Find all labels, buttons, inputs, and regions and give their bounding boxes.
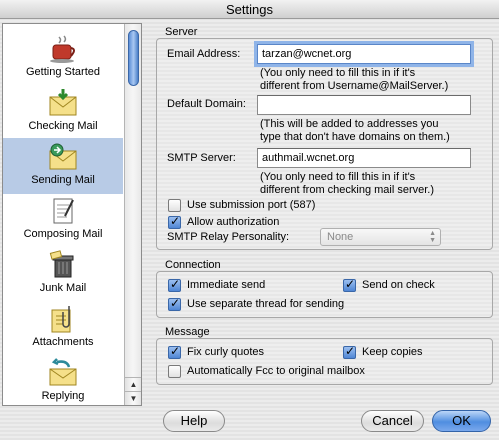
checkbox-box[interactable] [343, 344, 356, 359]
email-hint-line-2: different from Username@MailServer.) [260, 80, 449, 92]
sidebar-item-label: Composing Mail [23, 228, 103, 240]
sidebar-item-attachments[interactable]: Attachments [3, 300, 123, 356]
ok-button[interactable]: OK [432, 410, 491, 432]
keep-copies-checkbox[interactable]: Keep copies [343, 344, 423, 360]
compose-document-icon [53, 198, 74, 224]
checkbox-box[interactable] [168, 364, 181, 378]
send-on-check-checkbox[interactable]: Send on check [343, 277, 435, 293]
checkbox-box[interactable] [168, 198, 181, 212]
fix-curly-quotes-label: Fix curly quotes [187, 346, 265, 358]
trash-can-icon [49, 250, 74, 278]
immediate-send-label: Immediate send [187, 279, 266, 291]
cancel-button[interactable]: Cancel [361, 410, 424, 432]
immediate-send-checkbox[interactable]: Immediate send [168, 277, 265, 293]
sidebar-item-checking-mail[interactable]: Checking Mail [3, 84, 123, 140]
sidebar-item-label: Replying [41, 390, 85, 402]
sidebar-item-label: Sending Mail [31, 174, 95, 186]
select-arrows-icon: ▲ ▼ [429, 230, 436, 244]
smtp-relay-value: None [327, 231, 354, 243]
auto-fcc-checkbox[interactable]: Automatically Fcc to original mailbox [168, 363, 365, 379]
paperclip-document-icon [51, 306, 71, 333]
separate-thread-label: Use separate thread for sending [187, 298, 345, 310]
sidebar-item-replying[interactable]: Replying [3, 354, 123, 405]
smtp-relay-select[interactable]: None ▲ ▼ [320, 228, 441, 246]
checkbox-box[interactable] [343, 277, 356, 292]
connection-group-label: Connection [165, 259, 221, 271]
smtp-hint-line-2: different from checking mail server.) [260, 184, 435, 196]
smtp-server-label: SMTP Server: [167, 152, 236, 164]
envelope-download-icon [49, 89, 77, 116]
allow-authorization-label: Allow authorization [187, 216, 280, 228]
smtp-hint-line-1: (You only need to fill this in if it's [260, 171, 416, 183]
separate-thread-checkbox[interactable]: Use separate thread for sending [168, 296, 344, 312]
checkbox-box[interactable] [168, 214, 181, 229]
scroll-up-arrow-icon[interactable]: ▲ [125, 377, 141, 391]
default-domain-label: Default Domain: [167, 98, 246, 110]
reply-envelope-icon [49, 358, 77, 386]
domain-hint-line-2: type that don't have domains on them.) [260, 131, 450, 143]
submission-port-checkbox[interactable]: Use submission port (587) [168, 197, 315, 213]
submission-port-label: Use submission port (587) [187, 199, 316, 211]
keep-copies-label: Keep copies [362, 346, 423, 358]
email-address-label: Email Address: [167, 48, 241, 60]
message-group-label: Message [165, 326, 210, 338]
smtp-server-field[interactable]: authmail.wcnet.org [257, 148, 471, 168]
envelope-send-icon [49, 143, 77, 170]
scrollbar-thumb[interactable] [128, 30, 139, 86]
checkbox-box[interactable] [168, 277, 181, 292]
email-address-field[interactable]: tarzan@wcnet.org [257, 44, 471, 64]
help-button[interactable]: Help [163, 410, 225, 432]
sidebar-item-label: Junk Mail [39, 282, 87, 294]
checkbox-box[interactable] [168, 296, 181, 311]
sidebar-item-label: Attachments [32, 336, 94, 348]
allow-authorization-checkbox[interactable]: Allow authorization [168, 214, 279, 230]
smtp-relay-label: SMTP Relay Personality: [167, 231, 290, 243]
sidebar-item-label: Checking Mail [28, 120, 98, 132]
server-group-label: Server [165, 26, 198, 38]
scroll-down-arrow-icon[interactable]: ▼ [125, 391, 141, 405]
checkbox-box[interactable] [168, 344, 181, 359]
email-hint-line-1: (You only need to fill this in if it's [260, 67, 416, 79]
sidebar-item-junk-mail[interactable]: Junk Mail [3, 246, 123, 302]
sidebar-item-label: Getting Started [26, 66, 100, 78]
settings-window: Settings Getting Started Checking Mail S… [0, 0, 499, 440]
auto-fcc-label: Automatically Fcc to original mailbox [187, 365, 365, 377]
sidebar-item-sending-mail[interactable]: Sending Mail [3, 138, 123, 194]
default-domain-field[interactable] [257, 95, 471, 115]
sidebar-item-composing-mail[interactable]: Composing Mail [3, 192, 123, 248]
coffee-cup-icon [50, 35, 75, 63]
domain-hint-line-1: (This will be added to addresses you [260, 118, 439, 130]
settings-sidebar: Getting Started Checking Mail Sending Ma… [2, 23, 142, 406]
send-on-check-label: Send on check [362, 279, 435, 291]
fix-curly-quotes-checkbox[interactable]: Fix curly quotes [168, 344, 264, 360]
sidebar-scrollbar[interactable]: ▲ ▼ [124, 24, 141, 405]
sidebar-item-getting-started[interactable]: Getting Started [3, 30, 123, 86]
window-title: Settings [0, 0, 499, 19]
